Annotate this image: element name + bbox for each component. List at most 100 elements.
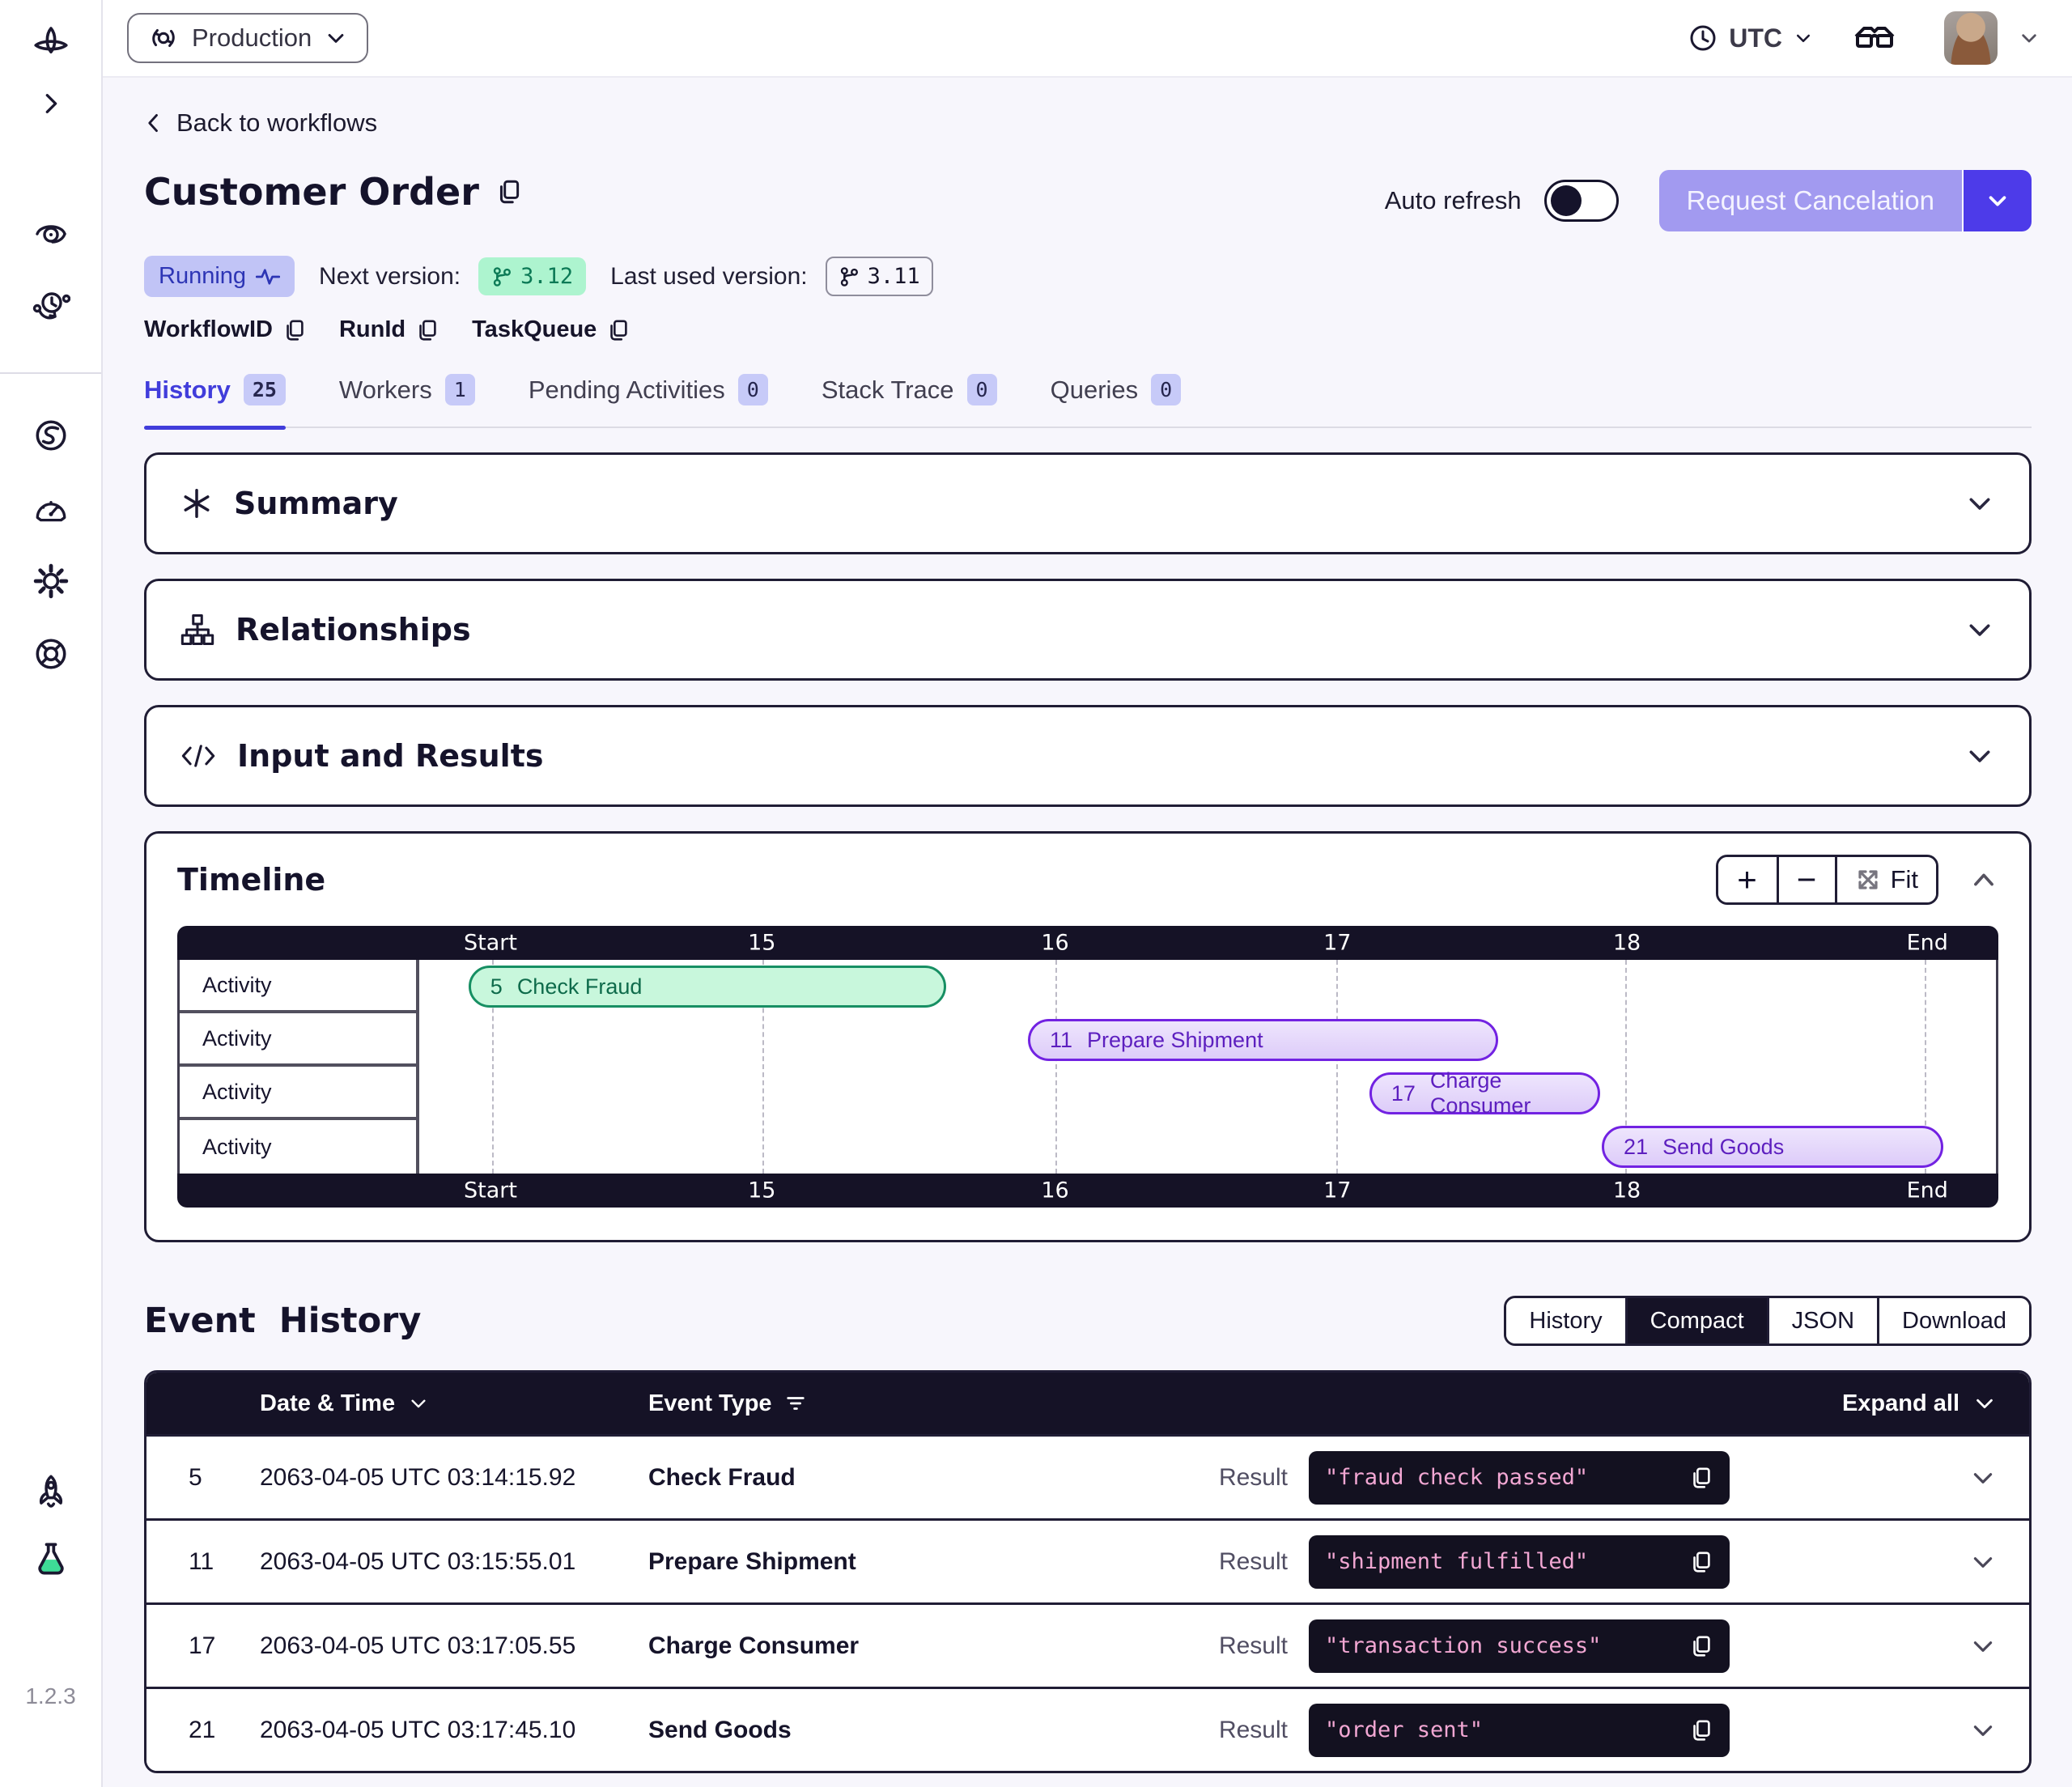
result-label: Result <box>1219 1464 1293 1492</box>
relationships-title: Relationships <box>236 612 471 647</box>
avatar[interactable] <box>1944 11 1998 65</box>
copy-icon[interactable] <box>1689 1550 1713 1574</box>
result-label: Result <box>1219 1717 1293 1744</box>
event-id: 11 <box>189 1548 260 1576</box>
event-id: 17 <box>189 1632 260 1660</box>
event-type-header-label: Event Type <box>648 1390 772 1417</box>
sidebar-item-schedules-icon[interactable] <box>25 280 77 332</box>
event-row-check-fraud[interactable]: 5 2063-04-05 UTC 03:14:15.92 Check Fraud… <box>146 1434 2029 1518</box>
back-to-workflows-link[interactable]: Back to workflows <box>144 108 377 138</box>
axis-tick: 17 <box>1323 1178 1351 1203</box>
expand-row-chevron-icon[interactable] <box>1969 1464 1997 1492</box>
copy-icon[interactable] <box>1689 1718 1713 1742</box>
result-chip: "fraud check passed" <box>1309 1451 1730 1505</box>
view-mode-compact[interactable]: Compact <box>1625 1298 1767 1343</box>
result-chip: "order sent" <box>1309 1704 1730 1757</box>
fit-button[interactable]: Fit <box>1835 857 1936 902</box>
tab-count-badge: 0 <box>967 374 997 405</box>
request-cancelation-button[interactable]: Request Cancelation <box>1659 170 2032 231</box>
next-version-label: Next version: <box>319 263 461 291</box>
tab-history[interactable]: History 25 <box>144 374 286 405</box>
expand-row-chevron-icon[interactable] <box>1969 1632 1997 1660</box>
tab-stack-trace[interactable]: Stack Trace 0 <box>822 374 997 405</box>
clock-icon <box>1688 23 1717 53</box>
workflow-id-label: WorkflowID <box>144 316 273 343</box>
tab-pending-activities[interactable]: Pending Activities 0 <box>529 374 768 405</box>
event-type: Charge Consumer <box>648 1632 1179 1660</box>
collapse-timeline-chevron-icon[interactable] <box>1969 865 1998 894</box>
auto-refresh-toggle[interactable] <box>1544 180 1619 222</box>
zoom-out-button[interactable]: − <box>1777 857 1835 902</box>
expand-all-label: Expand all <box>1842 1390 1959 1417</box>
event-name: Prepare Shipment <box>1087 1028 1263 1053</box>
event-row-send-goods[interactable]: 21 2063-04-05 UTC 03:17:45.10 Send Goods… <box>146 1687 2029 1771</box>
summary-panel[interactable]: Summary <box>144 452 2032 554</box>
user-menu-chevron-icon[interactable] <box>2019 28 2040 49</box>
view-mode-json[interactable]: JSON <box>1767 1298 1877 1343</box>
result-value: "shipment fulfilled" <box>1325 1549 1689 1574</box>
event-row-charge-consumer[interactable]: 17 2063-04-05 UTC 03:17:05.55 Charge Con… <box>146 1602 2029 1687</box>
axis-tick: 15 <box>748 1178 775 1203</box>
view-mode-download[interactable]: Download <box>1877 1298 2029 1343</box>
chevron-down-icon <box>408 1393 429 1414</box>
tab-label: Queries <box>1051 376 1139 405</box>
sitemap-icon <box>180 613 214 647</box>
expand-row-chevron-icon[interactable] <box>1969 1717 1997 1744</box>
status-label: Running <box>159 263 246 290</box>
gantt-axis-bottom: Start 15 16 17 18 End <box>177 1174 1998 1208</box>
git-branch-icon <box>839 265 860 288</box>
copy-icon[interactable] <box>1689 1634 1713 1658</box>
sidebar-item-support-icon[interactable] <box>25 628 77 680</box>
gantt-bar-prepare-shipment[interactable]: 11 Prepare Shipment <box>1028 1019 1498 1061</box>
gantt-axis-top: Start 15 16 17 18 End <box>177 926 1998 960</box>
expand-arrows-icon <box>1855 867 1881 893</box>
cancelation-dropdown-button[interactable] <box>1962 170 2032 231</box>
sidebar-expand-button[interactable] <box>25 78 77 129</box>
input-results-panel[interactable]: Input and Results <box>144 705 2032 807</box>
namespace-selector[interactable]: Production <box>127 13 368 63</box>
copy-icon[interactable] <box>495 178 523 206</box>
result-chip: "shipment fulfilled" <box>1309 1535 1730 1589</box>
tab-count-badge: 0 <box>1151 374 1181 405</box>
sidebar-item-labs-icon[interactable] <box>25 1533 77 1585</box>
timezone-selector[interactable]: UTC <box>1688 23 1813 53</box>
zoom-in-button[interactable]: + <box>1718 857 1777 902</box>
workflow-id-copy[interactable]: WorkflowID <box>144 316 307 343</box>
tab-queries[interactable]: Queries 0 <box>1051 374 1182 405</box>
view-mode-history[interactable]: History <box>1506 1298 1624 1343</box>
expand-row-chevron-icon[interactable] <box>1969 1548 1997 1576</box>
event-row-prepare-shipment[interactable]: 11 2063-04-05 UTC 03:15:55.01 Prepare Sh… <box>146 1518 2029 1602</box>
timeline-gantt: Start 15 16 17 18 End <box>177 926 1998 1208</box>
gantt-bar-check-fraud[interactable]: 5 Check Fraud <box>469 966 946 1008</box>
event-timestamp: 2063-04-05 UTC 03:14:15.92 <box>260 1464 648 1492</box>
run-id-copy[interactable]: RunId <box>339 316 439 343</box>
relationships-panel[interactable]: Relationships <box>144 579 2032 681</box>
auto-refresh-label: Auto refresh <box>1385 186 1522 215</box>
tab-workers[interactable]: Workers 1 <box>339 374 475 405</box>
sidebar-item-usage-icon[interactable] <box>25 482 77 534</box>
result-value: "transaction success" <box>1325 1633 1689 1658</box>
chevron-down-icon <box>325 27 347 49</box>
timeline-title: Timeline <box>177 862 325 898</box>
column-event-type[interactable]: Event Type <box>648 1390 1179 1417</box>
sidebar-item-workflows-icon[interactable] <box>25 207 77 259</box>
task-queue-copy[interactable]: TaskQueue <box>472 316 631 343</box>
event-id: 17 <box>1391 1081 1416 1106</box>
column-date-time[interactable]: Date & Time <box>260 1390 648 1417</box>
chevron-down-icon <box>1794 28 1813 48</box>
tab-label: Pending Activities <box>529 376 725 405</box>
sidebar-item-getting-started-icon[interactable] <box>25 1467 77 1518</box>
event-timestamp: 2063-04-05 UTC 03:15:55.01 <box>260 1548 648 1576</box>
gantt-bar-charge-consumer[interactable]: 17 Charge Consumer <box>1369 1072 1600 1114</box>
labs-glasses-icon[interactable] <box>1853 23 1896 53</box>
gantt-bar-send-goods[interactable]: 21 Send Goods <box>1602 1126 1943 1168</box>
axis-tick: 16 <box>1041 1178 1068 1203</box>
expand-all-button[interactable]: Expand all <box>1293 1390 1997 1417</box>
sidebar-item-batch-icon[interactable] <box>25 410 77 461</box>
sidebar-item-settings-icon[interactable] <box>25 555 77 607</box>
event-history-table: Date & Time Event Type Expand all <box>144 1370 2032 1773</box>
back-link-label: Back to workflows <box>176 108 377 138</box>
task-queue-label: TaskQueue <box>472 316 597 343</box>
timeline-panel: Timeline + − Fit <box>144 831 2032 1242</box>
copy-icon[interactable] <box>1689 1466 1713 1490</box>
